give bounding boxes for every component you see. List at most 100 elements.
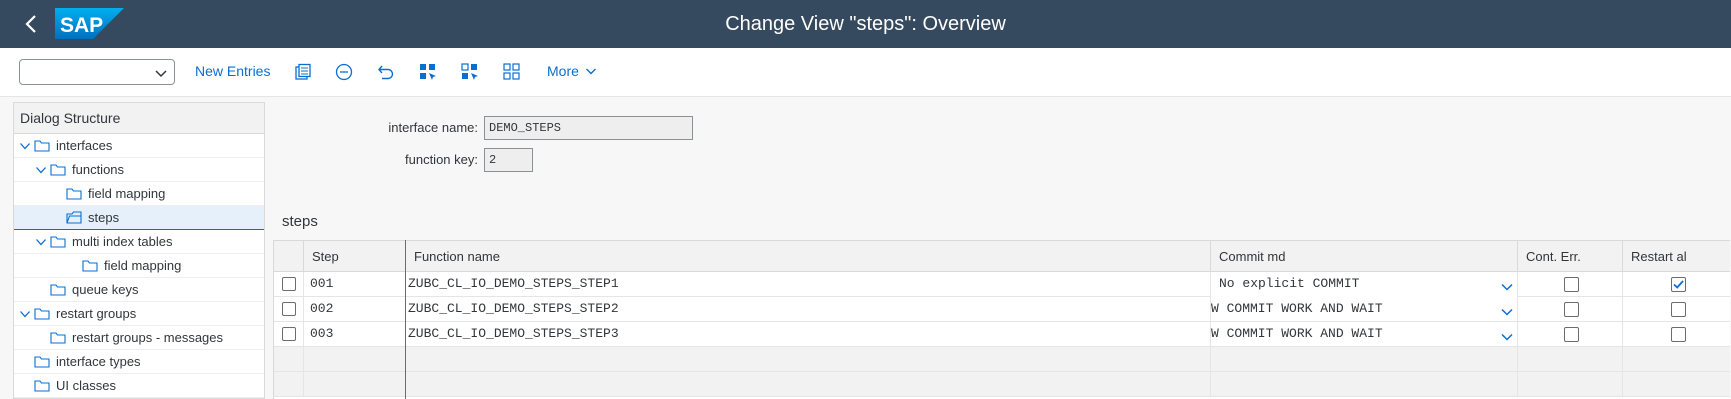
tree-item-ui-classes[interactable]: UI classes: [14, 374, 264, 398]
svg-text:SAP: SAP: [60, 14, 103, 37]
column-header-commit-md[interactable]: Commit md: [1211, 241, 1518, 272]
chevron-down-icon: [585, 68, 596, 75]
empty-cell[interactable]: [1211, 347, 1518, 372]
function-name-cell[interactable]: ZUBC_CL_IO_DEMO_STEPS_STEP3: [406, 322, 1211, 347]
interface-name-label: interface name:: [388, 120, 478, 135]
row-selector-cell[interactable]: [274, 322, 304, 347]
restart-al-checkbox[interactable]: [1671, 302, 1686, 317]
chevron-down-icon[interactable]: [34, 235, 48, 249]
tree-item-label: field mapping: [104, 258, 182, 273]
empty-cell[interactable]: [304, 372, 406, 397]
row-select-checkbox[interactable]: [282, 277, 296, 291]
empty-cell[interactable]: [406, 347, 1211, 372]
back-button[interactable]: [18, 10, 44, 38]
tree-item-restart-groups[interactable]: restart groups: [14, 302, 264, 326]
deselect-all-icon: [503, 63, 520, 80]
dialog-structure-panel: Dialog Structure interfaces functions fiel…: [13, 102, 265, 399]
empty-cell[interactable]: [1518, 347, 1623, 372]
folder-icon: [50, 235, 66, 249]
shell-bar: SAP Change View "steps": Overview: [0, 0, 1731, 48]
restart-al-checkbox[interactable]: [1671, 277, 1686, 292]
empty-cell[interactable]: [304, 347, 406, 372]
tree-item-label: field mapping: [88, 186, 166, 201]
chevron-down-icon[interactable]: [1501, 278, 1513, 297]
cont-err-checkbox[interactable]: [1564, 302, 1579, 317]
table-row: 001 ZUBC_CL_IO_DEMO_STEPS_STEP1 No explici…: [274, 272, 1730, 297]
row-select-checkbox[interactable]: [282, 327, 296, 341]
restart-al-checkbox[interactable]: [1671, 327, 1686, 342]
function-key-field[interactable]: 2: [484, 148, 533, 172]
cont-err-checkbox[interactable]: [1564, 277, 1579, 292]
empty-cell[interactable]: [1623, 347, 1730, 372]
new-entries-button[interactable]: New Entries: [195, 63, 270, 79]
tree-item-functions[interactable]: functions: [14, 158, 264, 182]
tree-item-steps[interactable]: steps: [14, 206, 264, 230]
select-block-button[interactable]: [459, 61, 481, 83]
cont-err-cell: [1518, 322, 1623, 347]
empty-cell[interactable]: [1518, 372, 1623, 397]
tree-item-label: multi index tables: [72, 234, 173, 249]
command-field-select[interactable]: [19, 59, 175, 85]
delete-icon: [335, 63, 353, 81]
page-title: Change View "steps": Overview: [725, 13, 1006, 35]
commit-mode-select[interactable]: W COMMIT WORK AND WAIT: [1211, 297, 1518, 322]
undo-button[interactable]: [375, 61, 397, 83]
table-row: 002 ZUBC_CL_IO_DEMO_STEPS_STEP2 W COMMIT W…: [274, 297, 1730, 322]
tree-item-interfaces[interactable]: interfaces: [14, 134, 264, 158]
tree-item-label: restart groups: [56, 306, 137, 321]
interface-name-field[interactable]: DEMO_STEPS: [484, 116, 693, 140]
empty-cell[interactable]: [274, 372, 304, 397]
column-header-function-name[interactable]: Function name: [406, 241, 1211, 272]
function-name-cell[interactable]: ZUBC_CL_IO_DEMO_STEPS_STEP1: [406, 272, 1211, 297]
function-name-cell[interactable]: ZUBC_CL_IO_DEMO_STEPS_STEP2: [406, 297, 1211, 322]
folder-icon: [34, 139, 50, 153]
tree-item-field-mapping[interactable]: field mapping: [14, 254, 264, 278]
deselect-all-button[interactable]: [501, 61, 523, 83]
step-cell[interactable]: 001: [304, 272, 406, 297]
row-select-checkbox[interactable]: [282, 302, 296, 316]
cont-err-checkbox[interactable]: [1564, 327, 1579, 342]
column-header-cont-err[interactable]: Cont. Err.: [1518, 241, 1623, 272]
select-all-button[interactable]: [417, 61, 439, 83]
tree-item-restart-groups-messages[interactable]: restart groups - messages: [14, 326, 264, 350]
commit-mode-select[interactable]: W COMMIT WORK AND WAIT: [1211, 322, 1518, 347]
empty-cell[interactable]: [406, 372, 1211, 397]
more-label: More: [547, 63, 579, 79]
tree-item-multi-index-tables[interactable]: multi index tables: [14, 230, 264, 254]
copy-as-button[interactable]: [292, 61, 314, 83]
empty-cell[interactable]: [1623, 372, 1730, 397]
function-key-label: function key:: [405, 152, 478, 167]
row-selector-cell[interactable]: [274, 272, 304, 297]
step-cell[interactable]: 002: [304, 297, 406, 322]
folder-icon: [66, 187, 82, 201]
restart-al-cell: [1623, 297, 1730, 322]
chevron-down-icon[interactable]: [18, 307, 32, 321]
empty-cell[interactable]: [1211, 372, 1518, 397]
step-cell[interactable]: 003: [304, 322, 406, 347]
chevron-down-icon[interactable]: [1501, 328, 1513, 347]
row-selector-cell[interactable]: [274, 297, 304, 322]
column-header-restart-al[interactable]: Restart al: [1623, 241, 1730, 272]
chevron-down-icon[interactable]: [18, 139, 32, 153]
more-button[interactable]: More: [547, 63, 597, 79]
commit-mode-value: W COMMIT WORK AND WAIT: [1211, 301, 1383, 316]
section-title: steps: [282, 213, 318, 230]
tree-item-queue-keys[interactable]: queue keys: [14, 278, 264, 302]
commit-mode-select[interactable]: No explicit COMMIT: [1211, 272, 1518, 297]
empty-cell[interactable]: [274, 347, 304, 372]
tree-item-field-mapping[interactable]: field mapping: [14, 182, 264, 206]
select-all-rows-cell[interactable]: [274, 241, 304, 272]
chevron-down-icon[interactable]: [34, 163, 48, 177]
delete-button[interactable]: [333, 61, 355, 83]
chevron-down-icon[interactable]: [1501, 303, 1513, 322]
column-header-step[interactable]: Step: [304, 241, 406, 272]
tree-item-interface-types[interactable]: interface types: [14, 350, 264, 374]
cont-err-cell: [1518, 272, 1623, 297]
